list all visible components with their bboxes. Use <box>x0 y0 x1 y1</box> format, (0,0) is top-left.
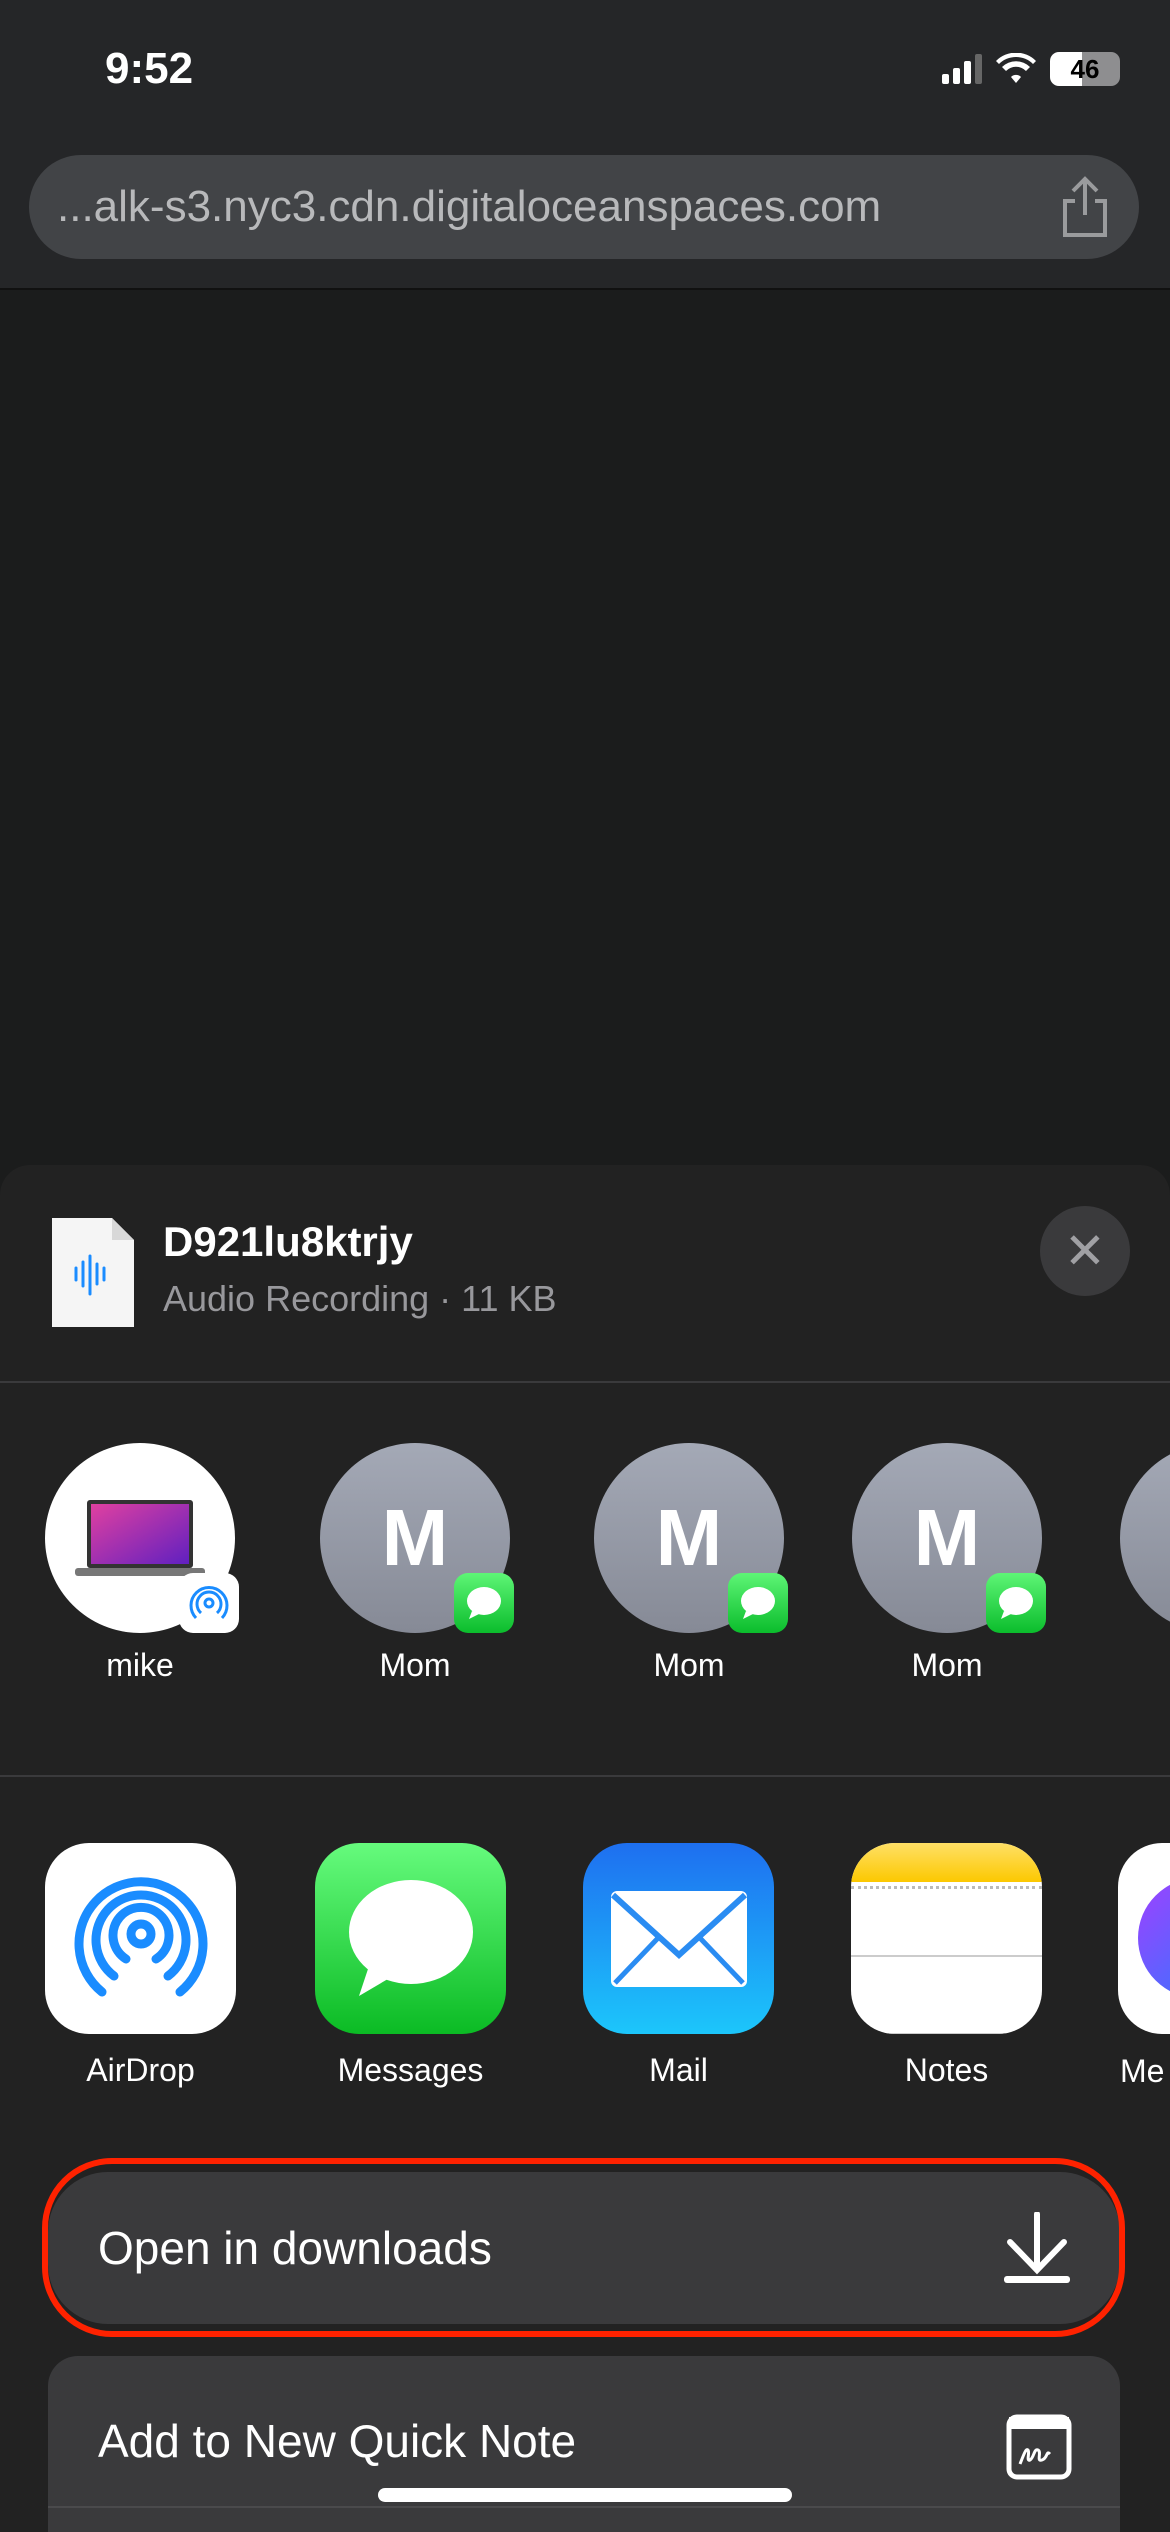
avatar-initial: M <box>913 1493 981 1582</box>
person-mike[interactable]: mike <box>45 1443 239 1684</box>
url-text[interactable]: ...alk-s3.nyc3.cdn.digitaloceanspaces.co… <box>57 182 1059 232</box>
messages-badge-icon <box>986 1573 1046 1633</box>
avatar <box>45 1443 239 1633</box>
app-notes[interactable]: Notes <box>851 1843 1042 2089</box>
status-time: 9:52 <box>105 44 194 93</box>
wifi-icon <box>996 53 1036 83</box>
quick-note-icon <box>1006 2414 1072 2480</box>
divider <box>0 1381 1170 1383</box>
file-subtitle: Audio Recording · 11 KB <box>163 1278 557 1319</box>
close-icon: ✕ <box>1064 1223 1106 1279</box>
person-avatar-partial[interactable] <box>1120 1443 1170 1633</box>
person-mom[interactable]: M Mom <box>320 1443 514 1684</box>
airdrop-badge-icon <box>179 1573 239 1633</box>
app-label: Mail <box>649 2052 708 2088</box>
mail-icon <box>583 1843 774 2034</box>
battery-icon: 46 <box>1050 52 1120 86</box>
avatar-initial: M <box>655 1493 723 1582</box>
app-label: AirDrop <box>86 2052 195 2088</box>
macbook-icon <box>75 1500 205 1576</box>
cellular-signal-icon <box>942 54 982 84</box>
avatar: M <box>320 1443 514 1633</box>
app-mail[interactable]: Mail <box>583 1843 774 2089</box>
person-mom[interactable]: M Mom <box>594 1443 788 1684</box>
close-button[interactable]: ✕ <box>1040 1206 1130 1296</box>
messages-badge-icon <box>454 1573 514 1633</box>
airdrop-icon <box>45 1843 236 2034</box>
app-label: Messages <box>337 2052 484 2088</box>
avatar-initial: M <box>381 1493 449 1582</box>
app-airdrop[interactable]: AirDrop <box>45 1843 236 2089</box>
highlight-annotation <box>42 2158 1125 2337</box>
messenger-icon <box>1118 1843 1170 2034</box>
app-messages[interactable]: Messages <box>315 1843 506 2089</box>
person-label: Mom <box>379 1647 451 1683</box>
action-label: Add to New Quick Note <box>98 2415 577 2467</box>
audio-file-icon <box>52 1218 134 1327</box>
home-indicator[interactable] <box>378 2488 792 2502</box>
app-partial[interactable]: Me <box>1118 1843 1170 2090</box>
person-label: Mom <box>653 1647 725 1683</box>
messages-badge-icon <box>728 1573 788 1633</box>
notes-icon <box>851 1843 1042 2034</box>
divider <box>0 1775 1170 1777</box>
avatar: M <box>594 1443 788 1633</box>
messages-icon <box>315 1843 506 2034</box>
status-icons: 46 <box>942 52 1120 86</box>
share-icon[interactable] <box>1059 175 1111 239</box>
app-label: Me <box>1120 2053 1165 2089</box>
avatar: M <box>852 1443 1046 1633</box>
file-name: D921lu8ktrjy <box>163 1218 413 1265</box>
divider <box>48 2506 1120 2508</box>
address-bar[interactable]: ...alk-s3.nyc3.cdn.digitaloceanspaces.co… <box>29 155 1139 259</box>
browser-top-bar: 9:52 46 ...alk-s3.nyc3.cdn.digitaloceans… <box>0 0 1170 290</box>
person-mom[interactable]: M Mom <box>852 1443 1046 1684</box>
person-label: mike <box>106 1647 174 1683</box>
app-label: Notes <box>904 2052 989 2088</box>
person-label: Mom <box>911 1647 983 1683</box>
